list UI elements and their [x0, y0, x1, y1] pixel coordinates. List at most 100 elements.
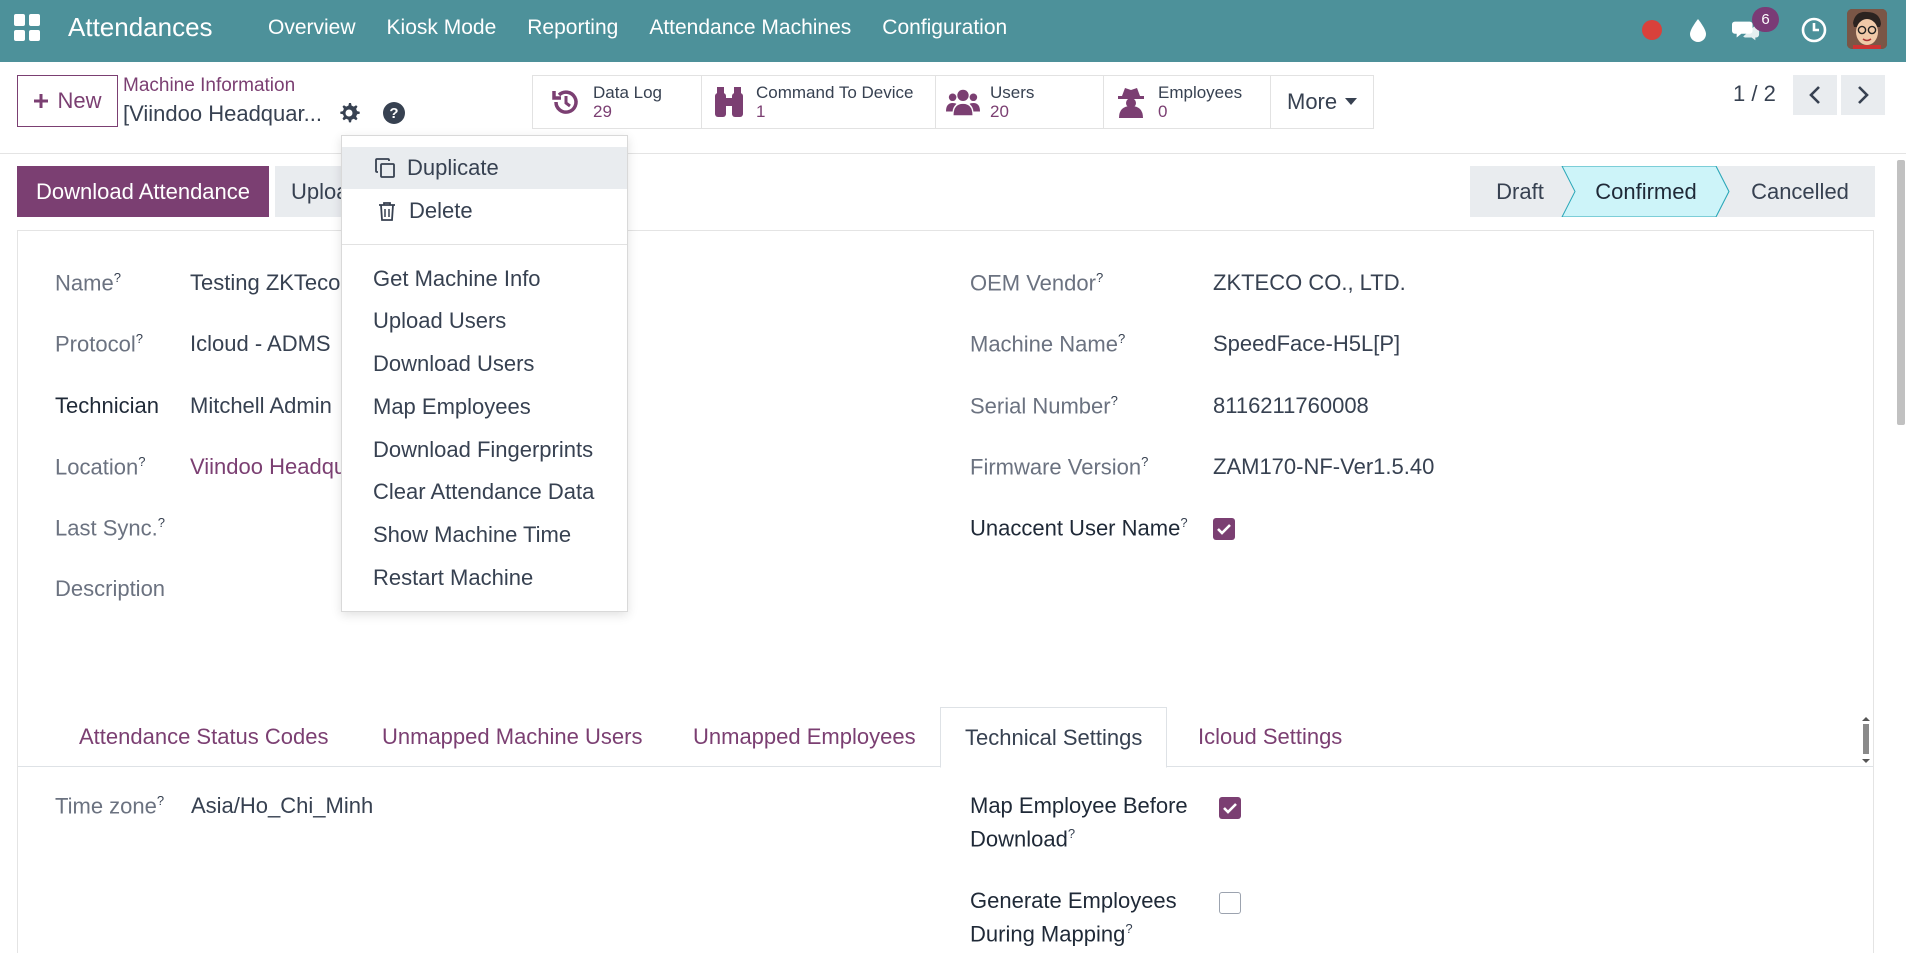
recording-icon[interactable]	[1638, 16, 1666, 44]
gear-icon[interactable]	[337, 101, 363, 127]
menu-item-duplicate[interactable]: Duplicate	[342, 147, 627, 189]
svg-text:?: ?	[389, 105, 398, 122]
last-sync-label: Last Sync.?	[55, 515, 165, 541]
notebook-tabs: Attendance Status Codes Unmapped Machine…	[18, 707, 1873, 768]
machine-name-label: Machine Name?	[970, 331, 1126, 357]
firmware-version-label: Firmware Version?	[970, 454, 1149, 480]
history-icon	[549, 85, 583, 119]
map-employee-label: Map Employee Before	[970, 793, 1188, 818]
description-label: Description	[55, 576, 166, 601]
user-avatar[interactable]	[1847, 9, 1887, 49]
binoculars-icon	[712, 85, 746, 119]
stage-cancelled[interactable]: Cancelled	[1725, 166, 1875, 217]
page-scrollbar[interactable]	[1897, 160, 1905, 425]
generate-employees-checkbox[interactable]	[1219, 892, 1241, 914]
check-icon	[1217, 524, 1231, 535]
smart-button-employees[interactable]: Employees 0	[1104, 76, 1271, 128]
timezone-value[interactable]: Asia/Ho_Chi_Minh	[191, 793, 373, 819]
breadcrumb[interactable]: Machine Information	[123, 75, 295, 97]
technician-value[interactable]: Mitchell Admin	[190, 393, 332, 419]
pager-next-button[interactable]	[1841, 75, 1885, 115]
new-button-label: New	[57, 88, 102, 113]
menu-divider	[342, 244, 627, 245]
serial-number-label: Serial Number?	[970, 393, 1118, 419]
copy-icon	[373, 156, 397, 180]
location-label: Location?	[55, 454, 146, 480]
form-sheet: Name? Testing ZKTeco Protocol? Icloud - …	[17, 230, 1874, 953]
main-menu: Overview Kiosk Mode Reporting Attendance…	[268, 16, 1038, 40]
download-attendance-button[interactable]: Download Attendance	[17, 166, 269, 217]
stage-draft[interactable]: Draft	[1470, 166, 1570, 217]
smart-button-value: 1	[756, 102, 766, 121]
more-button[interactable]: More	[1271, 76, 1373, 128]
menu-item-get-machine-info[interactable]: Get Machine Info	[342, 258, 627, 300]
timezone-label: Time zone?	[55, 793, 165, 819]
tab-attendance-status-codes[interactable]: Attendance Status Codes	[79, 707, 329, 767]
unaccent-user-name-checkbox[interactable]	[1213, 518, 1235, 540]
new-button[interactable]: New	[17, 75, 118, 127]
location-value[interactable]: Viindoo Headqu	[190, 454, 346, 480]
menu-item-upload-users[interactable]: Upload Users	[342, 300, 627, 342]
map-employee-checkbox[interactable]	[1219, 797, 1241, 819]
tab-icloud-settings[interactable]: Icloud Settings	[1198, 707, 1342, 767]
name-label: Name?	[55, 270, 121, 296]
protocol-value[interactable]: Icloud - ADMS	[190, 331, 331, 357]
menu-overview[interactable]: Overview	[268, 16, 356, 40]
unaccent-user-name-label: Unaccent User Name?	[970, 515, 1188, 541]
tab-unmapped-employees[interactable]: Unmapped Employees	[693, 707, 916, 767]
menu-kiosk-mode[interactable]: Kiosk Mode	[387, 16, 497, 40]
smart-button-label: Employees	[1158, 83, 1243, 102]
menu-item-map-employees[interactable]: Map Employees	[342, 386, 627, 428]
pager-value[interactable]: 1 / 2	[1733, 81, 1776, 107]
smart-button-label: Data Log	[593, 83, 662, 102]
machine-name-value[interactable]: SpeedFace-H5L[P]	[1213, 331, 1400, 357]
chevron-right-icon	[1858, 86, 1869, 104]
apps-menu-icon[interactable]	[14, 14, 41, 41]
water-drop-icon[interactable]	[1684, 16, 1712, 44]
tab-unmapped-machine-users[interactable]: Unmapped Machine Users	[382, 707, 642, 767]
menu-item-label: Duplicate	[407, 155, 499, 180]
oem-vendor-label: OEM Vendor?	[970, 270, 1104, 296]
menu-reporting[interactable]: Reporting	[527, 16, 618, 40]
menu-attendance-machines[interactable]: Attendance Machines	[649, 16, 851, 40]
menu-item-download-fingerprints[interactable]: Download Fingerprints	[342, 429, 627, 471]
check-icon	[1223, 803, 1237, 814]
action-menu-dropdown: Duplicate Delete Get Machine Info Upload…	[341, 135, 628, 612]
clock-icon[interactable]	[1800, 16, 1828, 44]
oem-vendor-value[interactable]: ZKTECO CO., LTD.	[1213, 270, 1406, 296]
menu-item-clear-attendance-data[interactable]: Clear Attendance Data	[342, 471, 627, 513]
generate-employees-label: Generate Employees	[970, 888, 1177, 913]
status-bar: Download Attendance Uploa Draft Confirme…	[0, 154, 1906, 230]
caret-down-icon	[1345, 98, 1358, 105]
name-value[interactable]: Testing ZKTeco	[190, 270, 340, 296]
users-icon	[946, 85, 980, 119]
smart-button-data-log[interactable]: Data Log 29	[533, 76, 702, 128]
technician-label: Technician	[55, 393, 159, 418]
serial-number-value[interactable]: 8116211760008	[1213, 393, 1369, 419]
more-label: More	[1287, 89, 1338, 114]
menu-item-delete[interactable]: Delete	[342, 190, 627, 232]
menu-item-restart-machine[interactable]: Restart Machine	[342, 557, 627, 599]
smart-button-label: Command To Device	[756, 83, 914, 102]
tab-scrollbar[interactable]	[1860, 715, 1872, 765]
smart-button-value: 0	[1158, 102, 1168, 121]
generate-employees-label-line2: During Mapping?	[970, 921, 1133, 947]
help-icon[interactable]: ?	[382, 101, 408, 127]
menu-configuration[interactable]: Configuration	[882, 16, 1007, 40]
record-title: [Viindoo Headquar...	[123, 101, 322, 126]
chat-badge: 6	[1752, 7, 1779, 32]
firmware-version-value[interactable]: ZAM170-NF-Ver1.5.40	[1213, 454, 1434, 480]
menu-item-download-users[interactable]: Download Users	[342, 343, 627, 385]
pager-previous-button[interactable]	[1793, 75, 1837, 115]
smart-button-label: Users	[990, 83, 1035, 102]
trash-icon	[375, 199, 399, 223]
menu-item-show-machine-time[interactable]: Show Machine Time	[342, 514, 627, 556]
smart-button-value: 20	[990, 102, 1009, 121]
user-secret-icon	[1114, 85, 1148, 119]
tab-technical-settings[interactable]: Technical Settings	[940, 707, 1168, 768]
smart-button-command-to-device[interactable]: Command To Device 1	[702, 76, 936, 128]
app-brand[interactable]: Attendances	[68, 12, 213, 43]
chevron-left-icon	[1809, 86, 1820, 104]
stage-confirmed[interactable]: Confirmed	[1570, 166, 1722, 217]
smart-button-users[interactable]: Users 20	[936, 76, 1104, 128]
